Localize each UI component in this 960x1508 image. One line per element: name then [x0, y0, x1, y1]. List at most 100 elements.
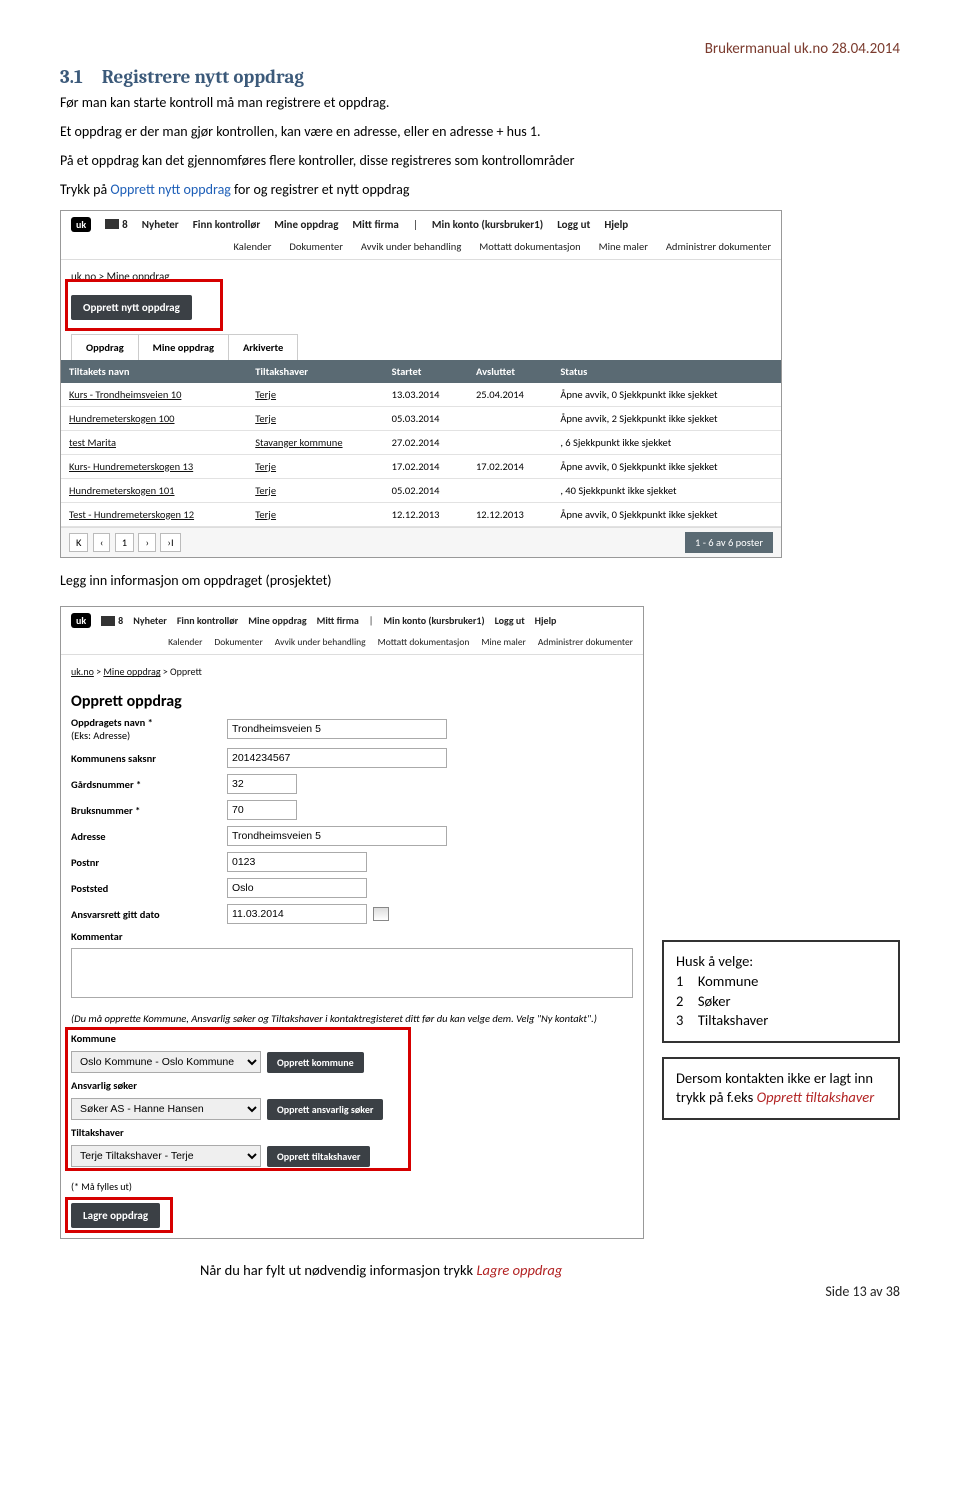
nav-nyheter[interactable]: Nyheter [133, 614, 167, 627]
nav-mine-oppdrag[interactable]: Mine oppdrag [274, 218, 338, 231]
cell-avsl [468, 430, 552, 454]
top-nav: uk 8 Nyheter Finn kontrollør Mine oppdra… [61, 211, 781, 236]
cell-status: Åpne avvik, 0 Sjekkpunkt ikke sjekket [552, 454, 781, 478]
note-item: 2 Søker [676, 992, 886, 1012]
para4-link: Opprett nytt oppdrag [110, 181, 231, 198]
bottom-caption-link: Lagre oppdrag [476, 1261, 562, 1279]
cell-navn[interactable]: Kurs- Hundremeterskogen 13 [69, 460, 193, 473]
tab-oppdrag[interactable]: Oppdrag [71, 334, 139, 360]
subnav-dokumenter[interactable]: Dokumenter [289, 240, 342, 253]
nav-hjelp[interactable]: Hjelp [535, 614, 557, 627]
cell-haver[interactable]: Terje [255, 412, 276, 425]
uk-logo[interactable]: uk [71, 217, 91, 232]
input-navn[interactable] [227, 719, 447, 739]
nav-logg-ut[interactable]: Logg ut [557, 218, 590, 231]
cell-avsl: 12.12.2013 [468, 502, 552, 526]
calendar-icon[interactable] [373, 907, 389, 921]
table-header: Tiltakets navn Tiltakshaver Startet Avsl… [61, 360, 781, 383]
table-row: Test - Hundremeterskogen 12 Terje 12.12.20… [61, 502, 781, 526]
tab-arkiverte[interactable]: Arkiverte [228, 334, 298, 360]
label-bruk: Bruksnummer * [71, 804, 221, 817]
cell-navn[interactable]: Kurs - Trondheimsveien 10 [69, 388, 181, 401]
nav-mitt-firma[interactable]: Mitt firma [352, 218, 398, 231]
input-gard[interactable] [227, 774, 297, 794]
cell-haver[interactable]: Terje [255, 460, 276, 473]
subnav-avvik[interactable]: Avvik under behandling [361, 240, 461, 253]
col-status[interactable]: Status [552, 360, 781, 383]
nav-nyheter[interactable]: Nyheter [142, 218, 179, 231]
input-saksnr[interactable] [227, 748, 447, 768]
input-ansvar[interactable] [227, 904, 367, 924]
subnav-dokumenter[interactable]: Dokumenter [214, 636, 262, 648]
subnav-admin[interactable]: Administrer dokumenter [666, 240, 771, 253]
msg-count: 8 [118, 614, 123, 627]
pager-first[interactable]: K [69, 533, 88, 552]
input-poststed[interactable] [227, 878, 367, 898]
para1: Før man kan starte kontroll må man regis… [60, 94, 900, 113]
col-haver[interactable]: Tiltakshaver [247, 360, 383, 383]
table-row: Hundremeterskogen 100Terje05.03.2014Åpne… [61, 406, 781, 430]
cell-status: , 40 Sjekkpunkt ikke sjekket [552, 478, 781, 502]
para2: Et oppdrag er der man gjør kontrollen, k… [60, 123, 900, 142]
col-avsluttet[interactable]: Avsluttet [468, 360, 552, 383]
nav-logg-ut[interactable]: Logg ut [495, 614, 525, 627]
cell-start: 12.12.2013 [384, 502, 468, 526]
nav-mitt-firma[interactable]: Mitt firma [317, 614, 359, 627]
nav-mine-oppdrag[interactable]: Mine oppdrag [248, 614, 306, 627]
col-navn[interactable]: Tiltakets navn [61, 360, 247, 383]
pager-prev[interactable]: ‹ [93, 533, 111, 552]
cell-navn[interactable]: Hundremeterskogen 100 [69, 412, 175, 425]
cell-haver[interactable]: Stavanger kommune [255, 436, 342, 449]
uk-logo[interactable]: uk [71, 613, 91, 628]
msg-icon[interactable]: 8 [105, 218, 128, 231]
tab-mine-oppdrag[interactable]: Mine oppdrag [138, 334, 229, 360]
cell-status: Åpne avvik, 0 Sjekkpunkt ikke sjekket [552, 502, 781, 526]
breadcrumb-2: uk.no > Mine oppdrag > Opprett [61, 655, 643, 684]
subnav-admin[interactable]: Administrer dokumenter [538, 636, 633, 648]
para3: På et oppdrag kan det gjennomføres flere… [60, 152, 900, 171]
note-item: 1 Kommune [676, 972, 886, 992]
cell-navn[interactable]: Test - Hundremeterskogen 12 [69, 508, 194, 521]
subnav-kalender[interactable]: Kalender [168, 636, 202, 648]
cell-haver[interactable]: Terje [255, 388, 276, 401]
crumb-home[interactable]: uk.no [71, 665, 94, 678]
nav-finn-kontrollor[interactable]: Finn kontrollør [177, 614, 238, 627]
input-bruk[interactable] [227, 800, 297, 820]
cell-start: 05.02.2014 [384, 478, 468, 502]
input-postnr[interactable] [227, 852, 367, 872]
tabs: Oppdrag Mine oppdrag Arkiverte [61, 334, 781, 360]
subnav-mottatt[interactable]: Mottatt dokumentasjon [479, 240, 580, 253]
crumb-mine[interactable]: Mine oppdrag [103, 665, 160, 678]
sub-nav-2: Kalender Dokumenter Avvik under behandli… [61, 632, 643, 655]
subnav-maler[interactable]: Mine maler [481, 636, 526, 648]
subnav-kalender[interactable]: Kalender [234, 240, 272, 253]
pager: K ‹ 1 › ›I 1 - 6 av 6 poster [61, 527, 781, 557]
subnav-maler[interactable]: Mine maler [599, 240, 648, 253]
label-adr: Adresse [71, 830, 221, 843]
textarea-kommentar[interactable] [71, 948, 633, 998]
msg-icon[interactable]: 8 [101, 614, 123, 627]
note-item: 3 Tiltakshaver [676, 1011, 886, 1031]
msg-count: 8 [122, 218, 128, 231]
pager-last[interactable]: ›I [160, 533, 180, 552]
input-adr[interactable] [227, 826, 447, 846]
cell-navn[interactable]: test Marita [69, 436, 116, 449]
subnav-avvik[interactable]: Avvik under behandling [275, 636, 366, 648]
cell-navn[interactable]: Hundremeterskogen 101 [69, 484, 175, 497]
nav-finn-kontrollor[interactable]: Finn kontrollør [193, 218, 261, 231]
nav-min-konto[interactable]: Min konto (kursbruker1) [432, 218, 543, 231]
table-row: Hundremeterskogen 101 Terje 05.02.2014 , 40… [61, 478, 781, 502]
crumb-sep: > [94, 665, 104, 678]
cell-haver[interactable]: Terje [255, 484, 276, 497]
cell-haver[interactable]: Terje [255, 508, 276, 521]
nav-hjelp[interactable]: Hjelp [604, 218, 628, 231]
pager-page[interactable]: 1 [115, 533, 134, 552]
pager-next[interactable]: › [138, 533, 156, 552]
label-poststed: Poststed [71, 882, 221, 895]
nav-sep: | [369, 614, 374, 627]
subnav-mottatt[interactable]: Mottatt dokumentasjon [378, 636, 470, 648]
para4-post: for og registrer et nytt oppdrag [234, 181, 409, 198]
nav-min-konto[interactable]: Min konto (kursbruker1) [383, 614, 484, 627]
envelope-icon [101, 616, 115, 626]
col-startet[interactable]: Startet [384, 360, 468, 383]
